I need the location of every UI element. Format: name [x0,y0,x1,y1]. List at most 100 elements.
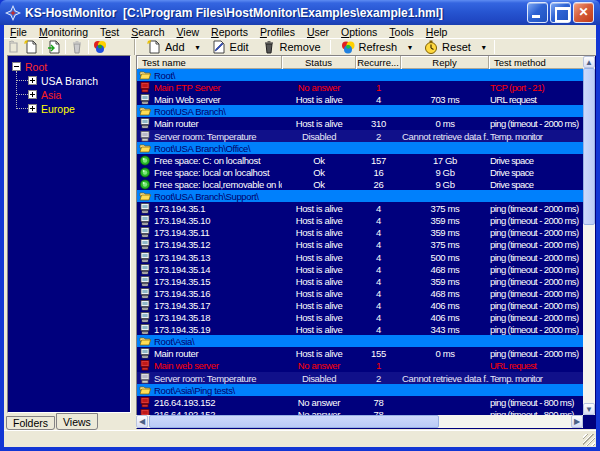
tree-item-asia[interactable]: Asia [41,88,61,102]
tree-item-usa-branch[interactable]: USA Branch [41,74,98,88]
test-row[interactable]: Free space: C: on localhostOk15717 GbDri… [137,154,584,166]
test-status: Host is alive [282,117,356,130]
folder-row[interactable]: Root\USA Branch\ [137,105,584,117]
menu-item-view[interactable]: View [171,26,206,38]
test-row[interactable]: Server room: TemperatureDisabled2Cannot … [137,372,584,384]
edit-button[interactable]: Edit [205,39,255,55]
test-row[interactable]: 173.194.35.17Host is alive4406 msping (t… [137,299,584,311]
test-recurrences: 4 [356,214,401,226]
test-recurrences: 1 [356,359,401,372]
hscroll-thumb[interactable] [149,415,439,428]
test-row[interactable]: 173.194.35.13Host is alive4500 msping (t… [137,251,584,263]
test-row[interactable]: 173.194.35.15Host is alive4359 msping (t… [137,275,584,287]
drive-icon [139,167,152,178]
menu-item-help[interactable]: Help [420,26,454,38]
test-row[interactable]: 173.194.35.19Host is alive4343 msping (t… [137,323,584,335]
test-row[interactable]: 173.194.35.10Host is alive4359 msping (t… [137,214,584,226]
test-method: ping (timeout - 2000 ms) [489,226,584,238]
column-header-test-name[interactable]: Test name [137,56,282,69]
server-icon [139,94,152,105]
new-file-icon[interactable] [23,39,39,55]
menu-item-user[interactable]: User [301,26,335,38]
resize-grip[interactable] [583,434,595,446]
vertical-scrollbar[interactable]: ▲ ▼ [583,56,595,415]
horizontal-scrollbar[interactable]: ◀ ▶ [136,415,583,428]
add-button[interactable]: Add [140,39,191,55]
table-body: Root\Main FTP ServerNo answer1TCP (port … [137,69,584,415]
test-row[interactable]: 216.64.193.152No answer78ping (timeout -… [137,396,584,408]
folder-row[interactable]: Root\ [137,69,584,81]
refresh-dropdown-arrow[interactable]: ▾ [403,43,417,52]
tab-views[interactable]: Views [56,413,98,430]
menu-item-tools[interactable]: Tools [383,26,420,38]
vscroll-thumb[interactable] [583,68,595,225]
column-header-recurre-[interactable]: Recurre... [356,56,401,69]
status-bar [4,430,596,447]
menu-item-reports[interactable]: Reports [205,26,254,38]
menu-item-file[interactable]: File [4,26,33,38]
menu-item-test[interactable]: Test [94,26,125,38]
test-row[interactable]: Free space: local on localhostOk169 GbDr… [137,166,584,178]
tree-item-root[interactable]: Root [25,60,47,74]
open-file-icon[interactable] [46,39,62,55]
test-row[interactable]: 173.194.35.1Host is alive4375 msping (ti… [137,202,584,214]
tree-item-europe[interactable]: Europe [41,102,75,116]
tab-folders[interactable]: Folders [6,416,55,430]
test-row[interactable]: 173.194.35.18Host is alive4406 msping (t… [137,311,584,323]
tree-expander-plus[interactable] [28,104,37,113]
remove-button[interactable]: Remove [255,39,327,55]
scroll-up-button[interactable]: ▲ [583,56,595,68]
folder-row[interactable]: Root\USA Branch\Office\ [137,142,584,154]
menu-item-monitoring[interactable]: Monitoring [33,26,94,38]
test-row[interactable]: Main Web serverHost is alive4703 msURL r… [137,93,584,105]
test-row[interactable]: 173.194.35.14Host is alive4468 msping (t… [137,263,584,275]
color-options-icon[interactable] [92,39,108,55]
minimize-button[interactable] [527,2,548,23]
scroll-down-button[interactable]: ▼ [583,403,595,415]
folder-row[interactable]: Root\Asia\Ping tests\ [137,384,584,396]
menu-item-options[interactable]: Options [335,26,383,38]
column-header-reply[interactable]: Reply [401,56,489,69]
maximize-button[interactable] [550,2,571,23]
folder-path: Root\Asia\ [154,336,194,347]
test-name: 173.194.35.19 [154,324,210,335]
test-row[interactable]: Main routerHost is alive1550 msping (tim… [137,347,584,359]
test-row[interactable]: Free space: local,removable on loc...Ok2… [137,178,584,190]
folder-row[interactable]: Root\USA Branch\Support\ [137,190,584,202]
tree-expander-plus[interactable] [28,76,37,85]
add-dropdown-arrow[interactable]: ▾ [191,43,205,52]
test-reply: 359 ms [401,214,489,226]
test-row[interactable]: Main routerHost is alive3100 msping (tim… [137,117,584,130]
test-row[interactable]: Server room: TemperatureDisabled2Cannot … [137,130,584,142]
menu-item-search[interactable]: Search [125,26,170,38]
test-row[interactable]: Main web serverNo answer1URL request [137,359,584,372]
test-row[interactable]: Main FTP ServerNo answer1TCP (port - 21) [137,81,584,93]
reset-dropdown-arrow[interactable]: ▾ [477,43,491,52]
refresh-button[interactable]: Refresh [334,39,404,55]
test-row[interactable]: 173.194.35.12Host is alive4375 msping (t… [137,238,584,251]
test-name: Main web server [154,360,218,371]
tree-line [17,94,28,95]
scroll-left-button[interactable]: ◀ [136,415,148,428]
drive-icon [139,155,152,166]
test-reply: 17 Gb [401,154,489,166]
folder-row[interactable]: Root\Asia\ [137,335,584,347]
reset-button[interactable]: Reset [417,39,477,55]
test-method: ping (timeout - 2000 ms) [489,214,584,226]
column-header-status[interactable]: Status [282,56,356,69]
test-row[interactable]: 216.64.192.152No answer78ping (timeout -… [137,408,584,415]
column-header-test-method[interactable]: Test method [489,56,584,69]
tree-expander-plus[interactable] [28,90,37,99]
close-button[interactable] [573,2,594,23]
test-reply: 343 ms [401,323,489,335]
tree-line [17,80,28,81]
test-status: Host is alive [282,299,356,311]
tree-expander-minus[interactable] [12,62,21,71]
test-name: 216.64.193.152 [154,397,215,408]
test-reply [401,396,489,408]
test-method: Drive space [489,166,584,178]
test-row[interactable]: 173.194.35.11Host is alive4359 msping (t… [137,226,584,238]
scroll-right-button[interactable]: ▶ [571,415,583,428]
menu-item-profiles[interactable]: Profiles [254,26,301,38]
test-row[interactable]: 173.194.35.16Host is alive4468 msping (t… [137,287,584,299]
